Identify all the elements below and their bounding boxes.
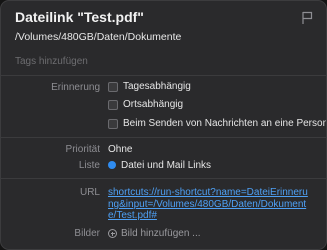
checkbox-label: Ortsabhängig xyxy=(123,99,184,110)
priority-value[interactable]: Ohne xyxy=(108,144,132,155)
checkbox-box[interactable] xyxy=(108,81,118,92)
add-image-button[interactable]: Bild hinzufügen ... xyxy=(108,228,201,239)
url-label: URL xyxy=(79,187,100,198)
divider xyxy=(1,137,326,138)
reminder-title[interactable]: Dateilink "Test.pdf" xyxy=(15,9,144,25)
flag-icon[interactable] xyxy=(301,11,313,25)
checkbox-ortsabhaengig[interactable]: Ortsabhängig xyxy=(108,99,183,110)
checkbox-label: Tagesabhängig xyxy=(123,81,191,92)
reminder-label: Erinnerung xyxy=(51,82,100,93)
list-color-dot xyxy=(108,161,116,169)
priority-label: Priorität xyxy=(65,144,100,155)
list-name: Datei und Mail Links xyxy=(121,160,212,171)
url-link[interactable]: shortcuts://run-shortcut?name=DateiErinn… xyxy=(108,187,313,222)
checkbox-tagesabhaengig[interactable]: Tagesabhängig xyxy=(108,81,191,92)
tags-input[interactable]: Tags hinzufügen xyxy=(15,56,88,67)
list-label: Liste xyxy=(78,160,100,171)
add-image-label: Bild hinzufügen ... xyxy=(121,228,201,239)
checkbox-messaging-person[interactable]: Beim Senden von Nachrichten an eine Pers… xyxy=(108,118,327,129)
divider xyxy=(1,178,326,179)
reminder-detail-popover: Dateilink "Test.pdf" /Volumes/480GB/Date… xyxy=(0,0,327,250)
list-value[interactable]: Datei und Mail Links xyxy=(108,160,211,171)
divider xyxy=(1,75,326,76)
checkbox-box[interactable] xyxy=(108,99,118,110)
checkbox-label: Beim Senden von Nachrichten an eine Pers… xyxy=(123,118,327,129)
images-label: Bilder xyxy=(74,228,100,239)
plus-circle-icon xyxy=(108,229,117,238)
reminder-notes[interactable]: /Volumes/480GB/Daten/Dokumente xyxy=(15,31,181,43)
checkbox-box[interactable] xyxy=(108,118,118,129)
